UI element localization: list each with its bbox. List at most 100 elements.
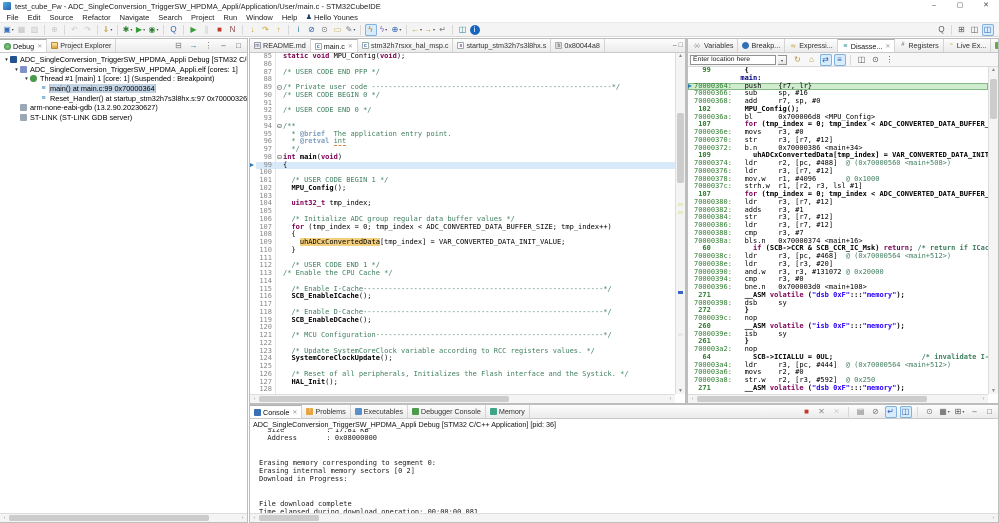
annotation-mark[interactable] [678, 211, 683, 214]
refresh-icon[interactable]: ↻ [792, 54, 804, 66]
edit-highlight-icon[interactable]: ϟ [365, 24, 377, 36]
scroll-right-icon[interactable]: › [989, 515, 998, 521]
minimize-icon[interactable]: – [673, 39, 677, 52]
tree-row[interactable]: arm-none-eabi-gdb (13.2.90.20230627) [0, 103, 247, 113]
menu-refactor[interactable]: Refactor [78, 13, 115, 22]
scroll-lock-icon[interactable]: ⊘ [870, 406, 882, 418]
maximize-icon[interactable]: □ [984, 406, 996, 418]
tab-debug[interactable]: Debug✕ [0, 39, 47, 53]
step-return-icon[interactable]: ↑ [273, 24, 285, 36]
scroll-left-icon[interactable]: ‹ [0, 515, 9, 521]
code-line[interactable]: 107 for (tmp_index = 0; tmp_index < ADC_… [250, 224, 675, 232]
scrollbar-thumb[interactable] [677, 113, 684, 183]
editor-overview-ruler[interactable]: ▲ ▼ [675, 53, 685, 394]
resume-icon[interactable]: ▶ [188, 24, 200, 36]
scrollbar-thumb[interactable] [9, 515, 209, 521]
debug-icon[interactable]: ✱▾ [122, 24, 134, 36]
fold-gutter[interactable]: – [275, 84, 283, 92]
menu-source[interactable]: Source [45, 13, 78, 22]
word-wrap-icon[interactable]: ↵ [885, 406, 897, 418]
analysis-icon[interactable]: ✎▾ [345, 24, 357, 36]
code-line[interactable]: 102 MPU_Config(); [250, 185, 675, 193]
pin-icon[interactable]: ⊙ [870, 54, 882, 66]
menu-navigate[interactable]: Navigate [115, 13, 154, 22]
menu-search[interactable]: Search [154, 13, 187, 22]
close-icon[interactable]: ✕ [348, 43, 353, 50]
tab-problems[interactable]: !Problems [302, 405, 350, 418]
tree-row[interactable]: ▼Thread #1 [main] 1 [core: 1] (Suspended… [0, 74, 247, 84]
sync-pc-icon[interactable]: ⇄ [820, 54, 832, 66]
disassembly-horizontal-scrollbar[interactable]: ‹ › [688, 394, 988, 403]
clear-console-icon[interactable]: ▤ [855, 406, 867, 418]
tab-breakp[interactable]: Breakp... [738, 39, 785, 52]
tab-debugger-console[interactable]: Debugger Console [408, 405, 486, 418]
collapse-fold-icon[interactable]: – [277, 124, 282, 129]
code-line[interactable]: 98–int main(void) [250, 154, 675, 162]
code-line[interactable]: 92/* USER CODE END 0 */ [250, 107, 675, 115]
code-line[interactable]: 93 [250, 115, 675, 123]
tree-row[interactable]: ▼ADC_SingleConversion_TriggerSW_HPDMA_Ap… [0, 55, 247, 65]
scroll-left-icon[interactable]: ‹ [250, 515, 259, 521]
menu-help[interactable]: Help [277, 13, 301, 22]
code-line[interactable]: 128 [250, 386, 675, 394]
code-line[interactable]: 113/* Enable the CPU Cache */ [250, 270, 675, 278]
collapse-fold-icon[interactable]: – [277, 155, 282, 160]
last-edit-icon[interactable]: ↵ [437, 24, 449, 36]
menu-window[interactable]: Window [242, 13, 278, 22]
code-line[interactable]: 109 uhADCxConvertedData[tmp_index] = VAR… [250, 239, 675, 247]
scroll-up-icon[interactable]: ▲ [676, 53, 685, 59]
scroll-right-icon[interactable]: › [238, 515, 247, 521]
location-dropdown-icon[interactable]: ▾ [778, 55, 787, 65]
close-icon[interactable]: ✕ [37, 43, 42, 50]
minimize-icon[interactable]: – [969, 406, 981, 418]
link-editor-icon[interactable]: ◫ [457, 24, 469, 36]
scroll-up-icon[interactable]: ▲ [989, 67, 998, 73]
profile-icon[interactable]: ⊙ [319, 24, 331, 36]
code-line[interactable]: 99{ [250, 162, 675, 170]
tree-row[interactable]: ≡Reset_Handler() at startup_stm32h7s3l8h… [0, 93, 247, 103]
maximize-button[interactable]: ▢ [947, 0, 973, 12]
pin-console-icon[interactable]: ⊙ [924, 406, 936, 418]
tab-disasse[interactable]: ≡Disasse...✕ [838, 39, 896, 53]
link-context-icon[interactable]: → [188, 40, 200, 52]
code-line[interactable]: 119 SCB_EnableDCache(); [250, 317, 675, 325]
quick-search-icon[interactable]: Q [936, 24, 948, 36]
tab-project-explorer[interactable]: Project Explorer [47, 39, 116, 52]
info-icon[interactable]: i [470, 25, 480, 35]
collapse-fold-icon[interactable]: – [277, 85, 282, 90]
instruction-stepping-icon[interactable]: i [293, 24, 305, 36]
home-icon[interactable]: ⌂ [806, 54, 818, 66]
disassembly-listing[interactable]: 99 { main:70000364: push {r7, lr}7000036… [688, 67, 988, 394]
view-menu-icon[interactable]: ⋮ [884, 54, 896, 66]
menu-user[interactable]: ♟Hello Younes [306, 13, 358, 22]
scrollbar-thumb[interactable] [697, 396, 927, 402]
scroll-down-icon[interactable]: ▼ [676, 388, 685, 394]
back-icon[interactable]: ←▾ [411, 24, 423, 36]
code-line[interactable]: 127 HAL_Init(); [250, 379, 675, 387]
maximize-icon[interactable]: □ [233, 40, 245, 52]
tab-startup-stm32h7s3l8hx-s[interactable]: sstartup_stm32h7s3l8hx.s [453, 39, 551, 52]
open-console-icon[interactable]: ⊞▾ [954, 406, 966, 418]
debug-perspective-icon[interactable]: ◫ [982, 24, 994, 36]
source-editor[interactable]: 85static void MPU_Config(void);8687/* US… [250, 53, 675, 394]
annotation-mark[interactable] [678, 291, 683, 294]
collapse-all-icon[interactable]: ⊟ [173, 40, 185, 52]
tab-sfrs[interactable]: SFRs [991, 39, 998, 52]
tab-0x80044a8[interactable]: b0x80044a8 [551, 39, 605, 52]
code-line[interactable]: 110 } [250, 247, 675, 255]
view-menu-icon[interactable]: ⋮ [203, 40, 215, 52]
debug-tree-horizontal-scrollbar[interactable]: ‹ › [0, 513, 247, 522]
new-view-icon[interactable]: ◫ [856, 54, 868, 66]
maximize-icon[interactable]: □ [679, 39, 683, 52]
fold-gutter[interactable]: – [275, 154, 283, 162]
code-line[interactable]: 85static void MPU_Config(void); [250, 53, 675, 61]
scroll-left-icon[interactable]: ‹ [250, 396, 259, 402]
scroll-left-icon[interactable]: ‹ [688, 396, 697, 402]
location-input[interactable] [690, 55, 776, 65]
code-line[interactable]: 104 uint32_t tmp_index; [250, 200, 675, 208]
expand-collapse-icon[interactable]: ▼ [13, 67, 20, 72]
close-button[interactable]: ✕ [973, 0, 999, 12]
flash-download-icon[interactable]: ⇓▾ [102, 24, 114, 36]
fold-gutter[interactable]: – [275, 123, 283, 131]
console-output[interactable]: Size : 17.81 KB Address : 0x08000000 Era… [250, 429, 998, 514]
